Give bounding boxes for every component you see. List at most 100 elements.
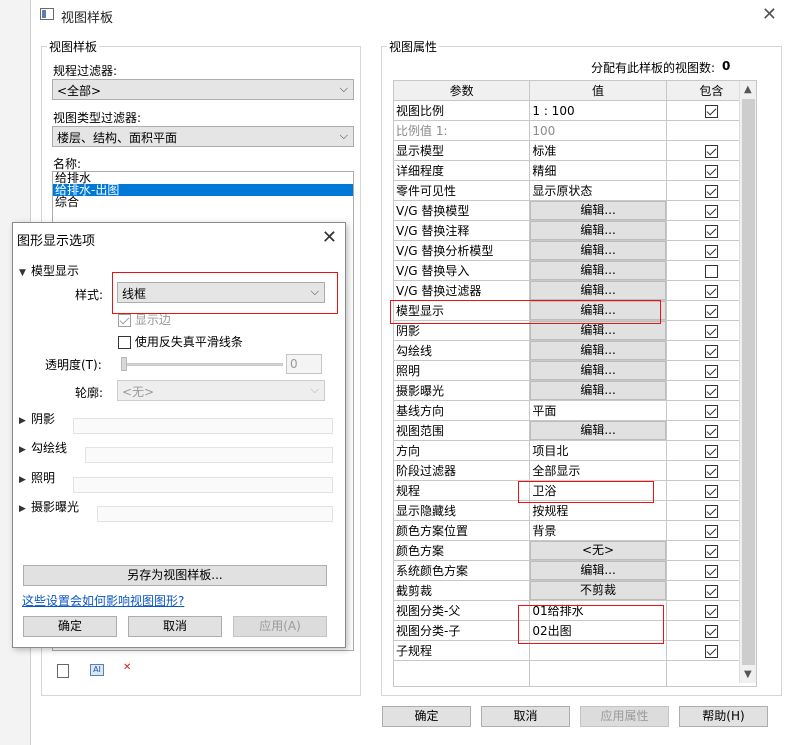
list-item[interactable]: 给排水-出图 [53,184,353,196]
include-checkbox[interactable] [704,484,718,498]
transparency-slider-thumb[interactable] [121,357,127,371]
value-cell[interactable]: 编辑... [529,200,667,221]
include-checkbox[interactable] [704,564,718,578]
value-cell[interactable]: 项目北 [529,440,667,461]
value-cell[interactable]: 标准 [529,140,667,161]
close-icon[interactable]: ✕ [762,4,777,25]
include-checkbox[interactable] [704,504,718,518]
close-icon[interactable]: ✕ [322,227,337,248]
edit-button[interactable]: 编辑... [530,561,666,580]
table-row[interactable]: 阶段过滤器 全部显示 [392,460,758,481]
value-cell[interactable]: 编辑... [529,320,667,341]
edit-button[interactable]: 不剪裁 [530,581,666,600]
include-checkbox[interactable] [704,244,718,258]
section-shadows[interactable]: ▶ 阴影 [19,410,55,427]
scroll-up-icon[interactable]: ▲ [744,84,752,95]
rename-icon[interactable]: AI [90,664,104,676]
section-photographic-exposure[interactable]: ▶ 摄影曝光 [19,498,79,515]
include-checkbox[interactable] [704,284,718,298]
value-cell[interactable]: 显示原状态 [529,180,667,201]
table-row[interactable]: 系统颜色方案 编辑... [392,560,758,581]
value-cell[interactable]: 全部显示 [529,460,667,481]
column-header-parameter[interactable]: 参数 [392,80,531,101]
include-checkbox[interactable] [704,164,718,178]
value-cell[interactable]: <无> [529,540,667,561]
edit-button[interactable]: 编辑... [530,201,666,220]
properties-scrollbar[interactable]: ▲ ▼ [739,81,756,683]
section-model-display[interactable]: ▼ 模型显示 [19,262,79,279]
section-lighting[interactable]: ▶ 照明 [19,469,55,486]
table-row[interactable]: 基线方向 平面 [392,400,758,421]
table-row[interactable]: V/G 替换模型 编辑... [392,200,758,221]
edit-button[interactable]: 编辑... [530,261,666,280]
include-checkbox[interactable] [704,524,718,538]
value-cell[interactable]: 编辑... [529,280,667,301]
include-checkbox[interactable] [704,264,718,278]
include-checkbox[interactable] [704,144,718,158]
edit-button[interactable]: 编辑... [530,421,666,440]
table-row[interactable]: 照明 编辑... [392,360,758,381]
table-row[interactable]: 视图范围 编辑... [392,420,758,441]
list-item[interactable]: 综合 [53,196,353,208]
table-row[interactable]: V/G 替换过滤器 编辑... [392,280,758,301]
help-button[interactable]: 帮助(H) [679,706,768,727]
value-cell[interactable]: 编辑... [529,560,667,581]
value-cell[interactable]: 编辑... [529,360,667,381]
value-cell[interactable]: 按规程 [529,500,667,521]
value-cell[interactable]: 编辑... [529,240,667,261]
table-row[interactable]: 视图分类-子 02出图 [392,620,758,641]
include-checkbox[interactable] [704,224,718,238]
table-row[interactable]: 零件可见性 显示原状态 [392,180,758,201]
save-as-template-button[interactable]: 另存为视图样板... [23,565,327,586]
value-cell[interactable]: 编辑... [529,420,667,441]
discipline-filter-select[interactable]: <全部> ⌵ [52,79,354,100]
table-row[interactable]: 规程 卫浴 [392,480,758,501]
edit-button[interactable]: 编辑... [530,221,666,240]
table-row[interactable]: V/G 替换注释 编辑... [392,220,758,241]
value-cell[interactable]: 01给排水 [529,600,667,621]
table-row[interactable]: 勾绘线 编辑... [392,340,758,361]
include-checkbox[interactable] [704,644,718,658]
table-row[interactable]: 方向 项目北 [392,440,758,461]
include-checkbox[interactable] [704,304,718,318]
antialias-option[interactable]: 使用反失真平滑线条 [118,333,243,350]
table-row[interactable]: 子规程 [392,640,758,661]
duplicate-icon[interactable] [57,664,69,678]
table-row[interactable]: 比例值 1: 100 [392,120,758,141]
value-cell[interactable]: 1 : 100 [529,100,667,121]
antialias-checkbox[interactable] [118,336,131,349]
value-cell[interactable]: 平面 [529,400,667,421]
table-row[interactable]: 颜色方案位置 背景 [392,520,758,541]
value-cell[interactable]: 02出图 [529,620,667,641]
include-checkbox[interactable] [704,204,718,218]
column-header-value[interactable]: 值 [529,80,667,101]
table-row[interactable]: V/G 替换分析模型 编辑... [392,240,758,261]
delete-icon[interactable]: ✕ [123,662,139,678]
transparency-slider[interactable] [123,363,283,366]
value-cell[interactable]: 编辑... [529,260,667,281]
value-cell[interactable]: 背景 [529,520,667,541]
edit-button[interactable]: 编辑... [530,361,666,380]
value-cell[interactable]: 编辑... [529,340,667,361]
value-cell[interactable]: 精细 [529,160,667,181]
include-checkbox[interactable] [704,344,718,358]
style-select[interactable]: 线框 ⌵ [117,282,325,303]
cancel-button[interactable]: 取消 [481,706,570,727]
edit-button[interactable]: 编辑... [530,321,666,340]
table-row[interactable]: 颜色方案 <无> [392,540,758,561]
include-checkbox[interactable] [704,184,718,198]
value-cell[interactable]: 编辑... [529,380,667,401]
include-checkbox[interactable] [704,104,718,118]
dialog-ok-button[interactable]: 确定 [23,616,117,637]
value-cell[interactable] [529,640,667,661]
transparency-input[interactable]: 0 [286,354,322,374]
include-checkbox[interactable] [704,404,718,418]
include-checkbox[interactable] [704,624,718,638]
include-checkbox[interactable] [704,324,718,338]
edit-button[interactable]: 编辑... [530,281,666,300]
include-checkbox[interactable] [704,544,718,558]
table-row[interactable]: V/G 替换导入 编辑... [392,260,758,281]
scroll-thumb[interactable] [742,99,755,665]
include-checkbox[interactable] [704,384,718,398]
edit-button[interactable]: <无> [530,541,666,560]
